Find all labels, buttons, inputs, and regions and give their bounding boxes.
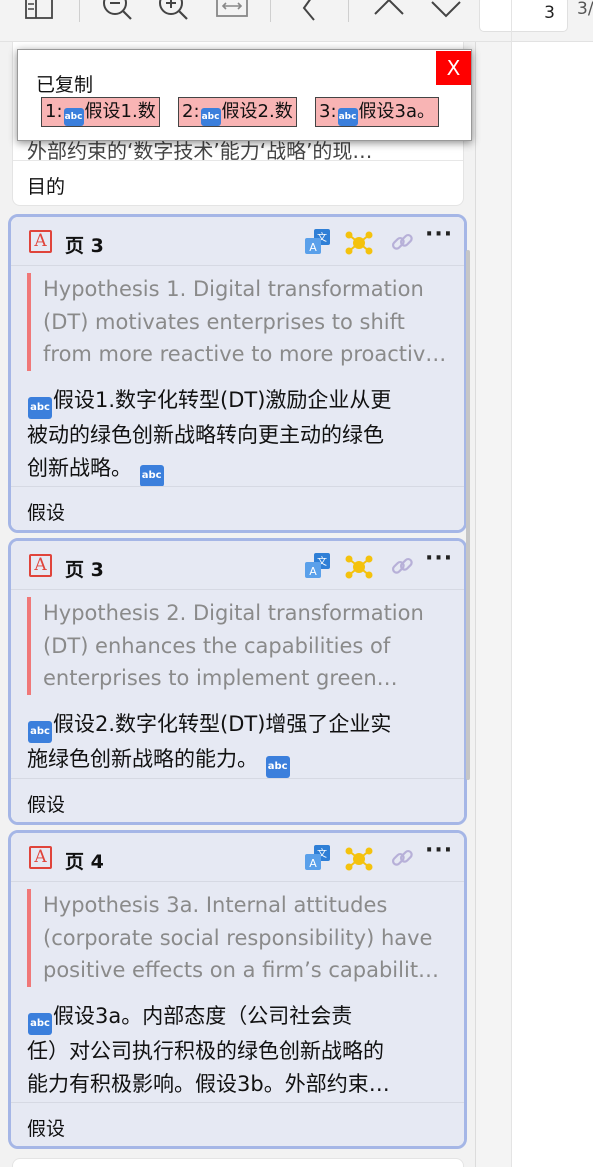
source-quote: Hypothesis 3a. Internal attitudes (corpo…	[27, 889, 450, 987]
translate-badge-icon: abc	[200, 108, 221, 126]
translation-line: 假设1.数字化转型(DT)激励企业从更	[53, 388, 392, 412]
panel-scrollbar[interactable]	[466, 250, 470, 780]
translation-text: abc 假设2.数字化转型(DT)增强了企业实 施绿色创新战略的能力。 abc	[27, 708, 452, 778]
translate-badge-icon: abc	[265, 756, 290, 778]
copied-chip[interactable]: 1: abc 假设1.数	[41, 97, 160, 127]
back-icon[interactable]	[294, 0, 324, 22]
annotation-tag[interactable]: 假设	[27, 790, 65, 817]
divider	[11, 486, 464, 487]
popup-title: 已复制	[36, 74, 94, 96]
mindmap-icon[interactable]	[344, 844, 374, 874]
quote-line: (corporate social responsibility) have	[43, 925, 433, 950]
translation-line: 创新战略。	[27, 456, 132, 480]
quote-line: Hypothesis 2. Digital transformation	[43, 601, 424, 625]
copied-notification: 已复制 X 1: abc 假设1.数 2: abc 假设2.数 3: abc 假设3a。	[17, 49, 472, 141]
zoom-in-icon[interactable]	[156, 0, 192, 22]
chip-text: 假设1.数	[84, 101, 156, 122]
pdf-highlight-icon: A	[29, 230, 52, 253]
translate-badge-icon: abc	[28, 721, 52, 743]
annotation-card[interactable]: A 页 3 文A ··· Hypothesis 2. Digital trans…	[8, 538, 467, 825]
pdf-highlight-icon: A	[29, 846, 52, 869]
chip-text: 假设3a。	[358, 101, 436, 122]
more-options-icon[interactable]: ···	[425, 840, 452, 863]
link-icon[interactable]	[389, 845, 415, 871]
chip-number: 1:	[45, 101, 63, 122]
sidebar-toggle-icon[interactable]	[22, 0, 56, 22]
divider	[11, 265, 464, 266]
translate-badge-icon: abc	[63, 108, 84, 126]
translation-text: abc 假设3a。内部态度（公司社会责 任）对公司执行积极的绿色创新战略的 能力有…	[27, 1000, 452, 1101]
translate-badge-icon: abc	[139, 465, 164, 487]
divider	[13, 160, 463, 161]
translation-line: 任）对公司执行积极的绿色创新战略的	[27, 1039, 384, 1063]
mindmap-icon[interactable]	[344, 228, 374, 258]
fit-width-icon[interactable]	[213, 0, 251, 22]
annotation-card[interactable]: A 页 3 文A ··· Hypothesis 1. Digital trans…	[8, 214, 467, 533]
translate-badge-icon: abc	[28, 1013, 52, 1035]
quote-line: (DT) motivates enterprises to shift	[43, 309, 405, 334]
document-gutter	[476, 42, 512, 1167]
divider	[11, 881, 464, 882]
svg-text:A: A	[309, 857, 317, 870]
toolbar: 3 3/	[0, 0, 593, 42]
divider	[11, 589, 464, 590]
pdf-highlight-icon: A	[29, 554, 52, 577]
card-header: A 页 4 文A ···	[11, 833, 464, 881]
annotation-tag[interactable]: 假设	[27, 1114, 65, 1141]
translate-icon[interactable]: 文A	[303, 843, 333, 873]
translate-icon[interactable]: 文A	[303, 551, 333, 581]
svg-text:A: A	[309, 241, 317, 254]
link-icon[interactable]	[389, 229, 415, 255]
chip-number: 2:	[182, 101, 200, 122]
quote-line: Hypothesis 1. Digital transformation	[43, 277, 424, 301]
translation-line: 假设2.数字化转型(DT)增强了企业实	[53, 712, 392, 736]
svg-text:A: A	[309, 565, 317, 578]
annotation-tag[interactable]: 假设	[27, 498, 65, 525]
link-icon[interactable]	[389, 553, 415, 579]
page-total: 3/	[577, 0, 593, 19]
quote-line: Hypothesis 3a. Internal attitudes	[43, 893, 388, 917]
page-label: 页 3	[65, 235, 104, 257]
translation-line: 施绿色创新战略的能力。	[27, 747, 258, 771]
page-number-input[interactable]: 3	[479, 0, 568, 32]
page-down-icon[interactable]	[427, 0, 465, 22]
more-options-icon[interactable]: ···	[425, 548, 452, 571]
mindmap-icon[interactable]	[344, 552, 374, 582]
copied-chip[interactable]: 2: abc 假设2.数	[178, 97, 297, 127]
translation-line: 能力有积极影响。假设3b。外部约束…	[27, 1072, 390, 1096]
toolbar-separator	[79, 0, 80, 22]
page-label: 页 4	[65, 851, 104, 873]
translate-badge-icon: abc	[28, 397, 52, 419]
previous-card-tag[interactable]: 目的	[27, 172, 65, 199]
divider	[11, 778, 464, 779]
chip-text: 假设2.数	[221, 101, 293, 122]
quote-line: enterprises to implement green…	[43, 666, 398, 690]
quote-line: from more reactive to more proactiv…	[43, 342, 447, 366]
chip-number: 3:	[319, 101, 337, 122]
annotation-card[interactable]: A 页 4 文A ··· Hypothesis 3a. Internal att…	[8, 830, 467, 1149]
source-quote: Hypothesis 1. Digital transformation (DT…	[27, 273, 450, 371]
page-up-icon[interactable]	[370, 0, 408, 22]
quote-line: (DT) enhances the capabilities of	[43, 633, 391, 658]
zoom-out-icon[interactable]	[100, 0, 136, 22]
toolbar-separator	[348, 0, 349, 22]
translation-line: 被动的绿色创新战略转向更主动的绿色	[27, 423, 384, 447]
source-quote: Hypothesis 2. Digital transformation (DT…	[27, 597, 450, 695]
translate-icon[interactable]: 文A	[303, 227, 333, 257]
more-options-icon[interactable]: ···	[425, 224, 452, 247]
annotation-panel: 外部约束的‘数字技术’能力‘战略’的现… 目的 A 页 3 文A ··· Hyp…	[0, 42, 476, 1167]
page-label: 页 3	[65, 559, 104, 581]
card-header: A 页 3 文A ···	[11, 541, 464, 589]
translate-badge-icon: abc	[337, 108, 358, 126]
next-annotation-card[interactable]	[12, 1158, 464, 1167]
translation-line: 假设3a。内部态度（公司社会责	[53, 1004, 353, 1028]
copied-chip[interactable]: 3: abc 假设3a。	[315, 97, 440, 127]
divider	[11, 1102, 464, 1103]
quote-line: positive effects on a firm’s capability…	[43, 958, 450, 982]
close-button[interactable]: X	[436, 51, 471, 85]
toolbar-separator	[270, 0, 271, 22]
translation-text: abc 假设1.数字化转型(DT)激励企业从更 被动的绿色创新战略转向更主动的绿色…	[27, 384, 452, 487]
document-edge	[511, 0, 512, 1167]
card-header: A 页 3 文A ···	[11, 217, 464, 265]
